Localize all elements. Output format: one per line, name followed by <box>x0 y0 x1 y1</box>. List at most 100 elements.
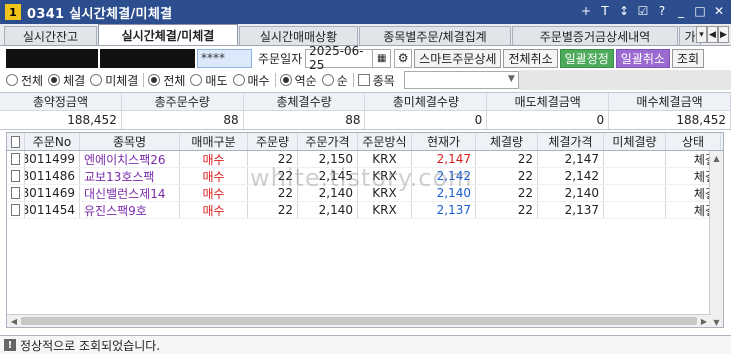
scroll-left-icon[interactable]: ◀ <box>7 315 21 327</box>
summary-header-total-contract: 총약정금액 <box>0 93 122 110</box>
header-order-price[interactable]: 주문가격 <box>298 133 358 150</box>
stock-select[interactable]: ▼ <box>403 71 519 89</box>
filter-spacer <box>519 70 731 90</box>
radio-status-filled[interactable]: 체결 <box>48 72 85 89</box>
radio-order-forward[interactable]: 순 <box>321 72 348 89</box>
cell-order-no: 8011454 <box>25 202 80 218</box>
horizontal-scrollbar[interactable]: ◀ ▶ <box>7 314 711 327</box>
cell-current-price: 2,140 <box>412 185 476 201</box>
cell-order-qty: 22 <box>248 151 298 167</box>
table-row[interactable]: 8011486 교보13호스팩 매수 22 2,145 KRX 2,142 22 2,142 체결 <box>7 168 723 185</box>
tab-realtime-balance[interactable]: 실시간잔고 <box>4 26 97 45</box>
cell-unfilled-qty <box>604 168 666 184</box>
tab-next-icon[interactable]: ▶ <box>718 26 729 43</box>
row-checkbox[interactable] <box>7 151 25 167</box>
summary-total-filled-qty: 88 <box>244 111 366 129</box>
row-checkbox[interactable] <box>7 202 25 218</box>
radio-icon <box>190 74 203 86</box>
scroll-up-icon[interactable]: ▲ <box>710 151 723 165</box>
summary-header-total-unfilled-qty: 총미체결수량 <box>365 93 488 110</box>
cell-unfilled-qty <box>604 202 666 218</box>
header-stock-name[interactable]: 종목명 <box>80 133 180 150</box>
account-number-field[interactable] <box>6 48 98 68</box>
tab-realtime-trading[interactable]: 실시간매매상황 <box>239 26 358 45</box>
calendar-icon[interactable]: ▦ <box>373 48 392 68</box>
row-checkbox[interactable] <box>7 185 25 201</box>
header-side[interactable]: 매매구분 <box>180 133 248 150</box>
radio-side-buy[interactable]: 매수 <box>232 72 270 89</box>
tab-realtime-fills[interactable]: 실시간체결/미체결 <box>98 24 238 45</box>
tab-prev-icon[interactable]: ◀ <box>707 26 718 43</box>
cell-order-price: 2,150 <box>298 151 358 167</box>
checkbox-icon <box>11 187 20 199</box>
radio-order-reverse[interactable]: 역순 <box>279 72 317 89</box>
divider <box>274 73 276 87</box>
tab-stock-order-summary[interactable]: 종목별주문/체결집계 <box>359 26 511 45</box>
tab-navigation: ▾ ◀ ▶ <box>696 26 729 43</box>
cell-filled-qty: 22 <box>476 185 538 201</box>
header-filled-qty[interactable]: 체결량 <box>476 133 538 150</box>
cell-current-price: 2,137 <box>412 202 476 218</box>
summary-total-unfilled-qty: 0 <box>365 111 488 129</box>
query-button[interactable]: 조회 <box>671 48 705 68</box>
add-icon[interactable]: + <box>578 3 594 19</box>
order-date-field[interactable]: 2025-06-25 <box>305 44 374 72</box>
tab-dropdown-icon[interactable]: ▾ <box>696 26 707 43</box>
vertical-scrollbar[interactable]: ▲ ▼ <box>709 151 723 327</box>
scroll-down-icon[interactable]: ▼ <box>710 315 723 327</box>
radio-side-sell[interactable]: 매도 <box>190 72 228 89</box>
bulk-modify-button[interactable]: 일괄정정 <box>559 48 614 68</box>
cell-order-price: 2,140 <box>298 185 358 201</box>
radio-selected-icon <box>279 74 292 86</box>
scroll-thumb[interactable] <box>21 317 697 325</box>
table-row[interactable]: 8011499 엔에이치스팩26 매수 22 2,150 KRX 2,147 22 2,147 체… <box>7 151 723 168</box>
link-icon[interactable]: ↕ <box>616 3 632 19</box>
radio-icon <box>6 74 18 86</box>
cell-side: 매수 <box>180 151 248 167</box>
close-icon[interactable]: ✕ <box>711 3 727 19</box>
cell-stock-name: 대신밸런스제14 <box>80 185 180 201</box>
maximize-icon[interactable]: □ <box>692 3 708 19</box>
smart-order-detail-button[interactable]: 스마트주문상세 <box>414 48 502 68</box>
header-current-price[interactable]: 현재가 <box>412 133 476 150</box>
cell-unfilled-qty <box>604 151 666 167</box>
header-unfilled-qty[interactable]: 미체결량 <box>604 133 666 150</box>
cancel-all-button[interactable]: 전체취소 <box>503 48 558 68</box>
radio-side-all[interactable]: 전체 <box>148 72 185 89</box>
tab-margin-detail[interactable]: 주문별증거금상세내역 <box>512 26 678 45</box>
cell-current-price: 2,142 <box>412 168 476 184</box>
summary-total-contract: 188,452 <box>0 111 122 129</box>
checkbox-icon <box>357 74 370 86</box>
summary-header-total-order-qty: 총주문수량 <box>122 93 244 110</box>
chevron-down-icon: ▼ <box>507 74 515 84</box>
header-order-no[interactable]: 주문No <box>25 133 80 150</box>
cell-filled-qty: 22 <box>476 168 538 184</box>
cell-unfilled-qty <box>604 185 666 201</box>
tab-strip: 실시간잔고 실시간체결/미체결 실시간매매상황 종목별주문/체결집계 주문별증거… <box>0 24 731 46</box>
help-icon[interactable]: ? <box>654 3 670 19</box>
stock-filter-checkbox[interactable]: 종목 <box>357 72 395 89</box>
checkbox-icon[interactable]: ☑ <box>635 3 651 19</box>
scroll-right-icon[interactable]: ▶ <box>697 315 711 327</box>
bulk-cancel-button[interactable]: 일괄취소 <box>615 48 670 68</box>
cell-stock-name: 유진스팩9호 <box>80 202 180 218</box>
radio-status-all[interactable]: 전체 <box>6 72 43 89</box>
text-icon[interactable]: T <box>597 3 613 19</box>
minimize-icon[interactable]: _ <box>673 3 689 19</box>
status-bar: ! 정상적으로 조회되었습니다. <box>0 335 731 354</box>
table-row[interactable]: 8011469 대신밸런스제14 매수 22 2,140 KRX 2,140 22 2,140 체… <box>7 185 723 202</box>
radio-icon <box>90 74 103 86</box>
checkbox-icon <box>11 170 20 182</box>
header-filled-price[interactable]: 체결가격 <box>538 133 604 150</box>
cell-order-qty: 22 <box>248 185 298 201</box>
password-field[interactable]: **** <box>197 48 252 68</box>
header-order-qty[interactable]: 주문량 <box>248 133 298 150</box>
gear-icon[interactable]: ⚙ <box>394 48 413 68</box>
radio-status-unfilled[interactable]: 미체결 <box>90 72 138 89</box>
header-status[interactable]: 상태 <box>666 133 721 150</box>
table-row[interactable]: 8011454 유진스팩9호 매수 22 2,140 KRX 2,137 22 2,137 체결 <box>7 202 723 219</box>
cell-filled-price: 2,140 <box>538 185 604 201</box>
header-order-method[interactable]: 주문방식 <box>358 133 412 150</box>
row-checkbox[interactable] <box>7 168 25 184</box>
header-select-all[interactable] <box>7 133 25 150</box>
